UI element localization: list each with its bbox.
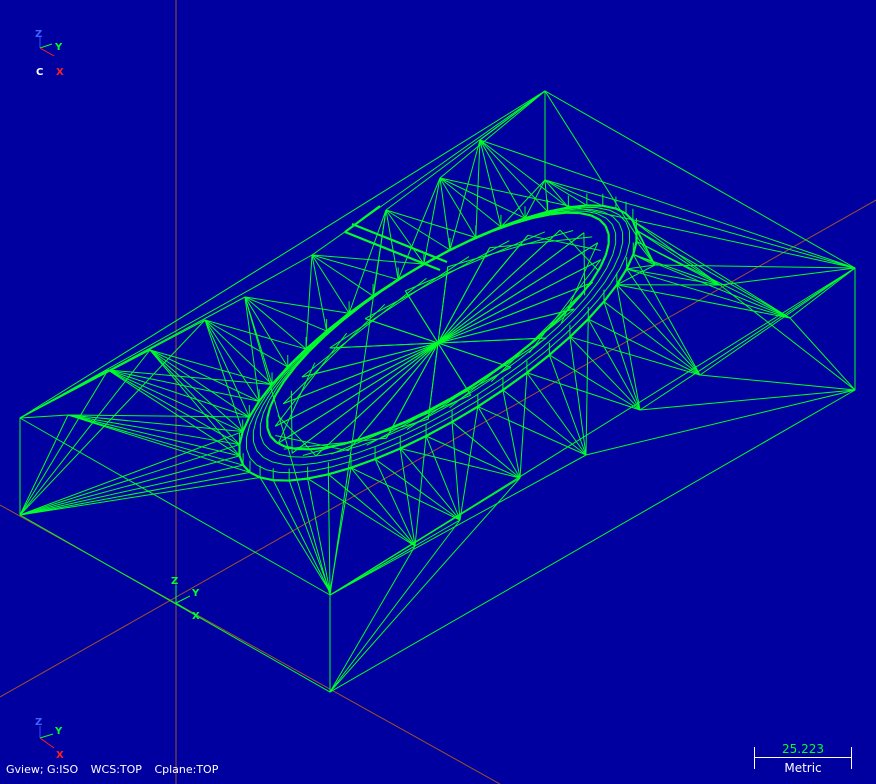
origin-x-label: X — [192, 611, 200, 622]
origin-y-label: Y — [191, 588, 200, 599]
mesh-skirt — [19, 90, 856, 693]
view-gnomon-bottom: Z Y X — [35, 717, 64, 761]
bottom-y-label: Y — [54, 726, 63, 737]
origin-z-label: Z — [171, 576, 178, 587]
origin-gnomon: Z Y X — [171, 576, 200, 622]
scale-line — [754, 757, 852, 758]
status-bar: Gview; G:ISO WCS:TOP Cplane:TOP — [6, 763, 227, 776]
scale-unit: Metric — [784, 761, 822, 775]
gnomon-z-label: Z — [35, 29, 42, 40]
gnomon-c-label: C — [36, 67, 43, 78]
scale-value: 25.223 — [782, 742, 824, 756]
gnomon-y-label: Y — [54, 42, 63, 53]
graphics-viewport[interactable]: Z Y C X Z Y X Z Y X Gview; G:ISO WCS:TOP… — [0, 0, 876, 784]
wcs-status: WCS:TOP — [90, 763, 142, 776]
wireframe-scene: Z Y C X Z Y X Z Y X — [0, 0, 876, 784]
gnomon-x-label: X — [56, 67, 64, 78]
part-body — [238, 193, 638, 482]
bottom-z-label: Z — [35, 717, 42, 728]
cplane-status: Cplane:TOP — [154, 763, 219, 776]
gview-status: Gview; G:ISO — [6, 763, 79, 776]
world-y-axis — [0, 199, 876, 698]
bottom-x-label: X — [56, 750, 64, 761]
scale-indicator: 25.223 Metric — [754, 742, 852, 775]
view-gnomon-top: Z Y C X — [35, 29, 64, 78]
